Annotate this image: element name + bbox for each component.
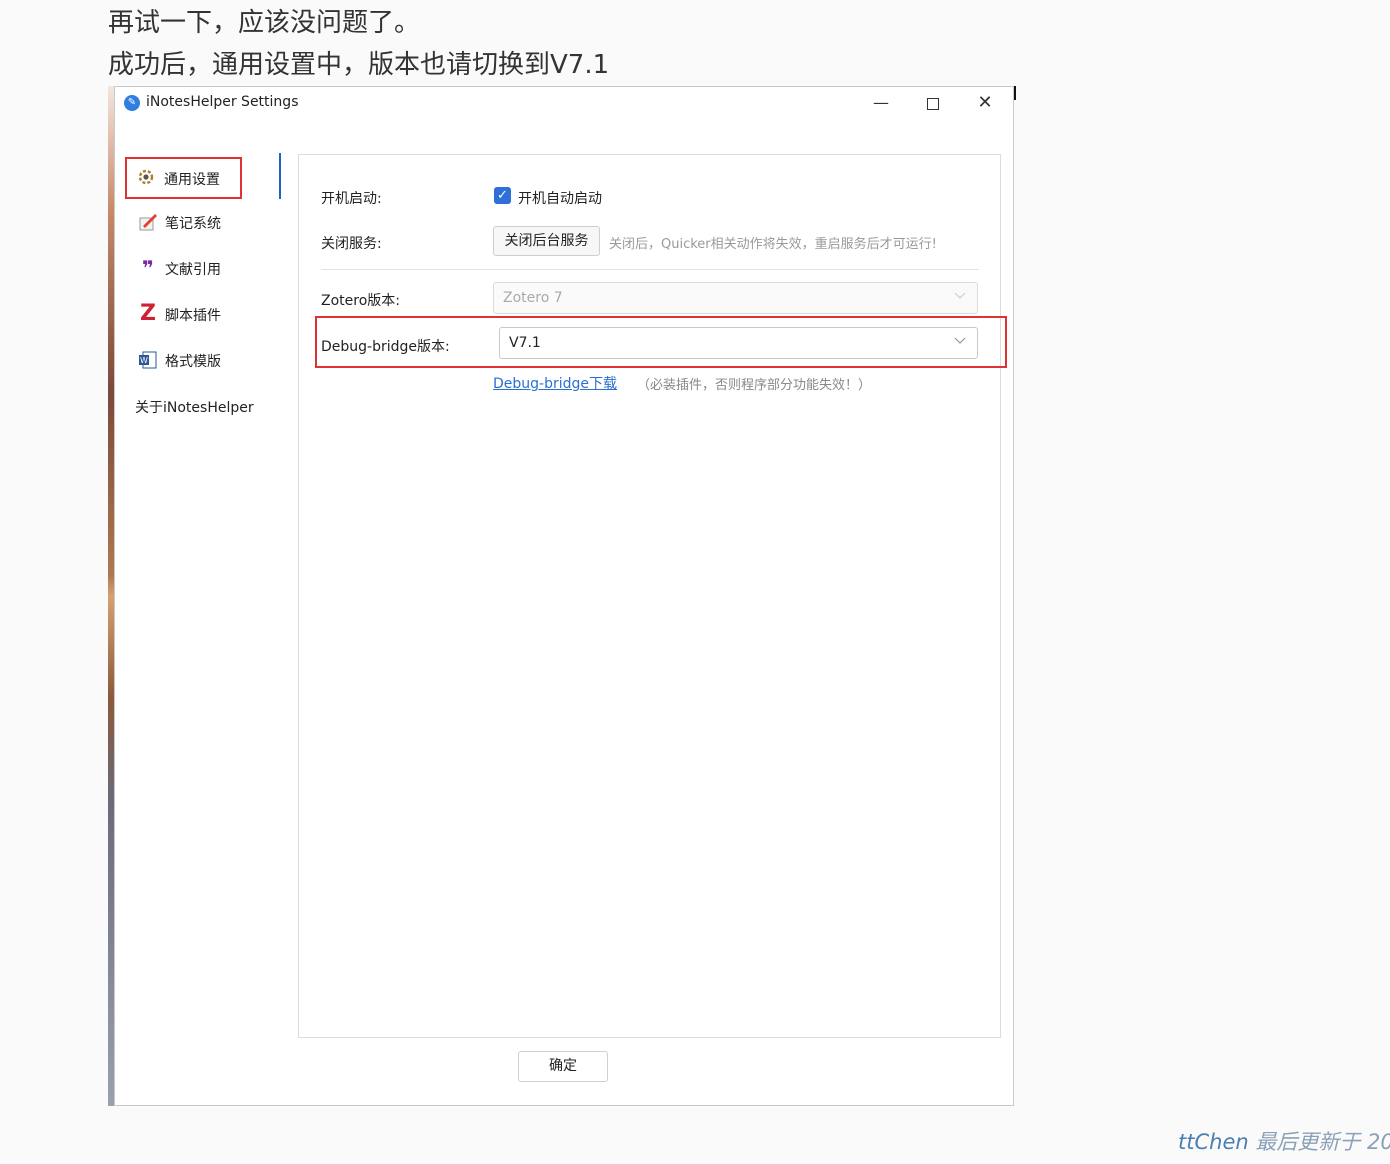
autostart-checkbox[interactable]: ✓ [494,187,511,204]
sidebar-item-label: 脚本插件 [165,308,221,324]
autostart-checkbox-label[interactable]: 开机自动启动 [518,188,602,208]
post-text-line-2: 成功后，通用设置中，版本也请切换到V7.1 [108,50,610,80]
footer-meta: ttChen 最后更新于 20 [1178,1126,1390,1156]
sidebar-item-notes[interactable]: 笔记系统 [135,205,285,239]
debug-bridge-note: （必装插件，否则程序部分功能失效！） [637,378,872,393]
zotero-version-label: Zotero版本: [321,293,400,309]
sidebar-item-label: 通用设置 [164,172,220,188]
autostart-label: 开机启动: [321,191,382,207]
pencil-notebook-icon [137,212,159,232]
sidebar-item-about[interactable]: 关于iNotesHelper [135,389,285,423]
maximize-icon [927,97,939,110]
stop-service-button[interactable]: 关闭后台服务 [493,226,600,256]
sidebar-divider [279,153,281,199]
zotero-version-select: Zotero 7 [493,282,978,314]
zotero-z-icon: Z [140,301,156,326]
minimize-button[interactable]: — [855,87,907,119]
chevron-down-icon [953,288,967,302]
debug-bridge-version-select[interactable]: V7.1 [499,327,978,359]
word-doc-icon: W [137,350,159,370]
sidebar-item-label: 关于iNotesHelper [135,400,254,416]
sidebar-item-label: 文献引用 [165,262,221,278]
quote-icon: ❞ [142,256,154,280]
window-title: iNotesHelper Settings [146,94,299,110]
footer-updated: 最后更新于 20 [1255,1130,1390,1154]
sidebar-item-label: 笔记系统 [165,216,221,232]
zotero-version-value: Zotero 7 [503,290,563,306]
gear-icon [135,167,157,187]
title-bar[interactable]: ✎ iNotesHelper Settings — ✕ [115,87,1013,119]
debug-bridge-download-link[interactable]: Debug-bridge下载 [493,373,617,393]
chevron-down-icon [953,333,967,347]
divider [321,269,979,270]
footer-author[interactable]: ttChen [1178,1130,1249,1154]
sidebar-item-general[interactable]: 通用设置 [125,157,242,199]
close-button[interactable]: ✕ [959,87,1011,119]
settings-panel: 开机启动: ✓ 开机自动启动 关闭服务: 关闭后台服务 关闭后，Quicker相… [298,154,1007,1038]
sidebar-item-plugins[interactable]: Z 脚本插件 [135,297,285,331]
sidebar-item-templates[interactable]: W 格式模版 [135,343,285,377]
debug-bridge-label: Debug-bridge版本: [321,339,450,355]
sidebar-item-label: 格式模版 [165,354,221,370]
pen-icon: ✎ [124,95,140,111]
svg-text:W: W [140,356,148,365]
debug-bridge-version-value: V7.1 [509,335,541,351]
maximize-button[interactable] [907,87,959,119]
service-label: 关闭服务: [321,236,382,252]
ok-button[interactable]: 确定 [518,1051,608,1082]
service-hint: 关闭后，Quicker相关动作将失效，重启服务后才可运行! [609,237,937,252]
sidebar-item-citation[interactable]: ❞ 文献引用 [135,251,285,285]
settings-window: ✎ iNotesHelper Settings — ✕ 通用设置 笔记系统 ❞ … [114,86,1014,1106]
post-text-line-1: 再试一下，应该没问题了。 [108,8,421,38]
